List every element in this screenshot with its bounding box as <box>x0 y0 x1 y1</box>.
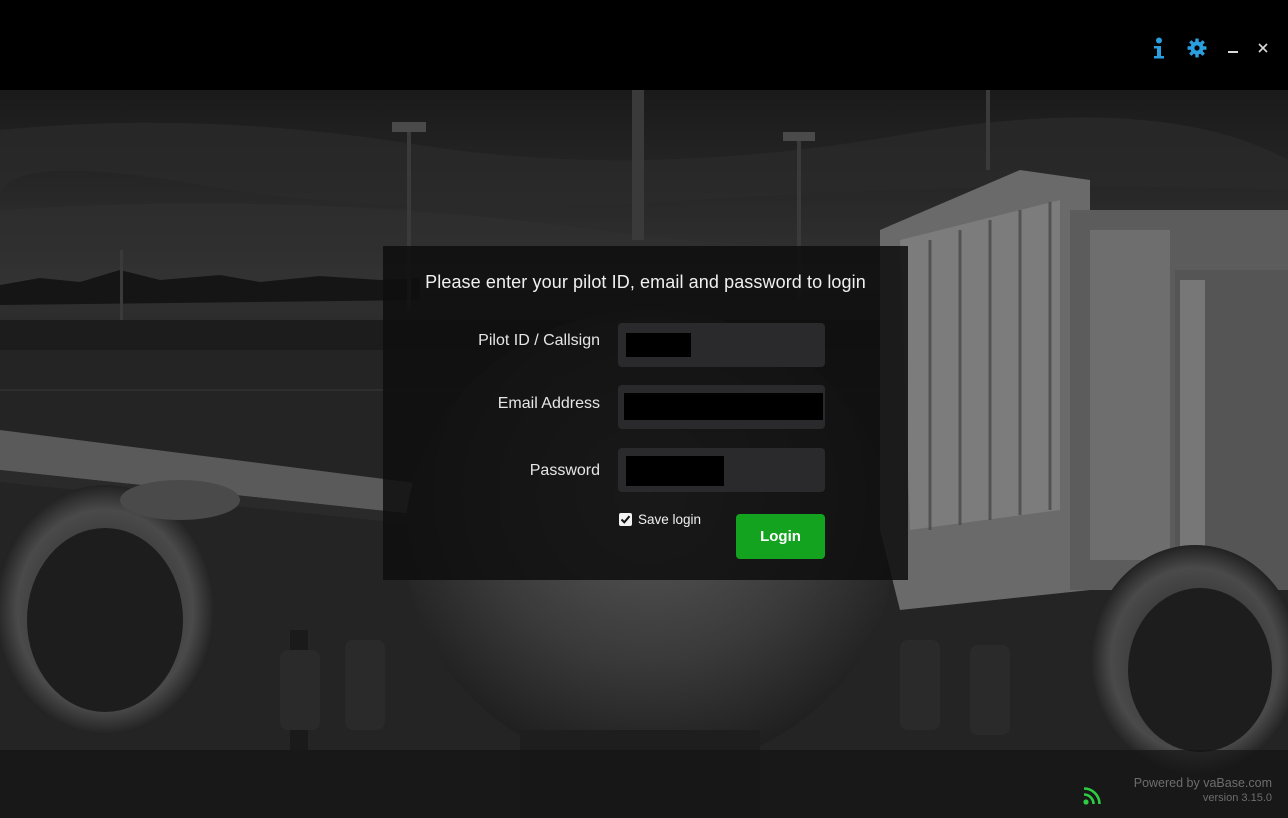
pilot-id-label: Pilot ID / Callsign <box>478 332 600 349</box>
login-panel: Please enter your pilot ID, email and pa… <box>383 246 908 580</box>
login-button[interactable]: Login <box>736 514 825 559</box>
version-text: version 3.15.0 <box>1202 792 1272 804</box>
app-window: Please enter your pilot ID, email and pa… <box>0 0 1288 818</box>
email-field[interactable] <box>618 385 825 429</box>
password-input[interactable] <box>618 448 825 492</box>
minimize-button[interactable] <box>1218 34 1248 62</box>
close-icon <box>1258 43 1268 53</box>
login-instructions: Please enter your pilot ID, email and pa… <box>425 272 866 292</box>
connection-status[interactable] <box>1082 786 1102 806</box>
powered-by-text: Powered by vaBase.com <box>1133 776 1272 790</box>
save-login-label: Save login <box>638 512 702 527</box>
password-label: Password <box>529 462 600 479</box>
settings-button[interactable] <box>1182 34 1212 62</box>
email-label: Email Address <box>497 395 600 412</box>
gear-icon <box>1187 38 1207 58</box>
info-button[interactable] <box>1144 34 1174 62</box>
email-input[interactable] <box>618 385 825 429</box>
save-login-checkbox[interactable]: Save login <box>619 512 701 527</box>
title-bar <box>0 0 1288 90</box>
checkbox-checked-icon <box>619 513 632 526</box>
info-icon <box>1154 37 1164 59</box>
minimize-icon <box>1228 51 1238 53</box>
close-button[interactable] <box>1248 34 1278 62</box>
pilot-id-input[interactable] <box>618 323 825 367</box>
pilot-id-field[interactable] <box>618 323 825 367</box>
window-controls <box>1144 34 1278 62</box>
password-field[interactable] <box>618 448 825 492</box>
powered-by: Powered by vaBase.com version 3.15.0 <box>1134 776 1272 806</box>
rss-icon <box>1083 787 1101 805</box>
